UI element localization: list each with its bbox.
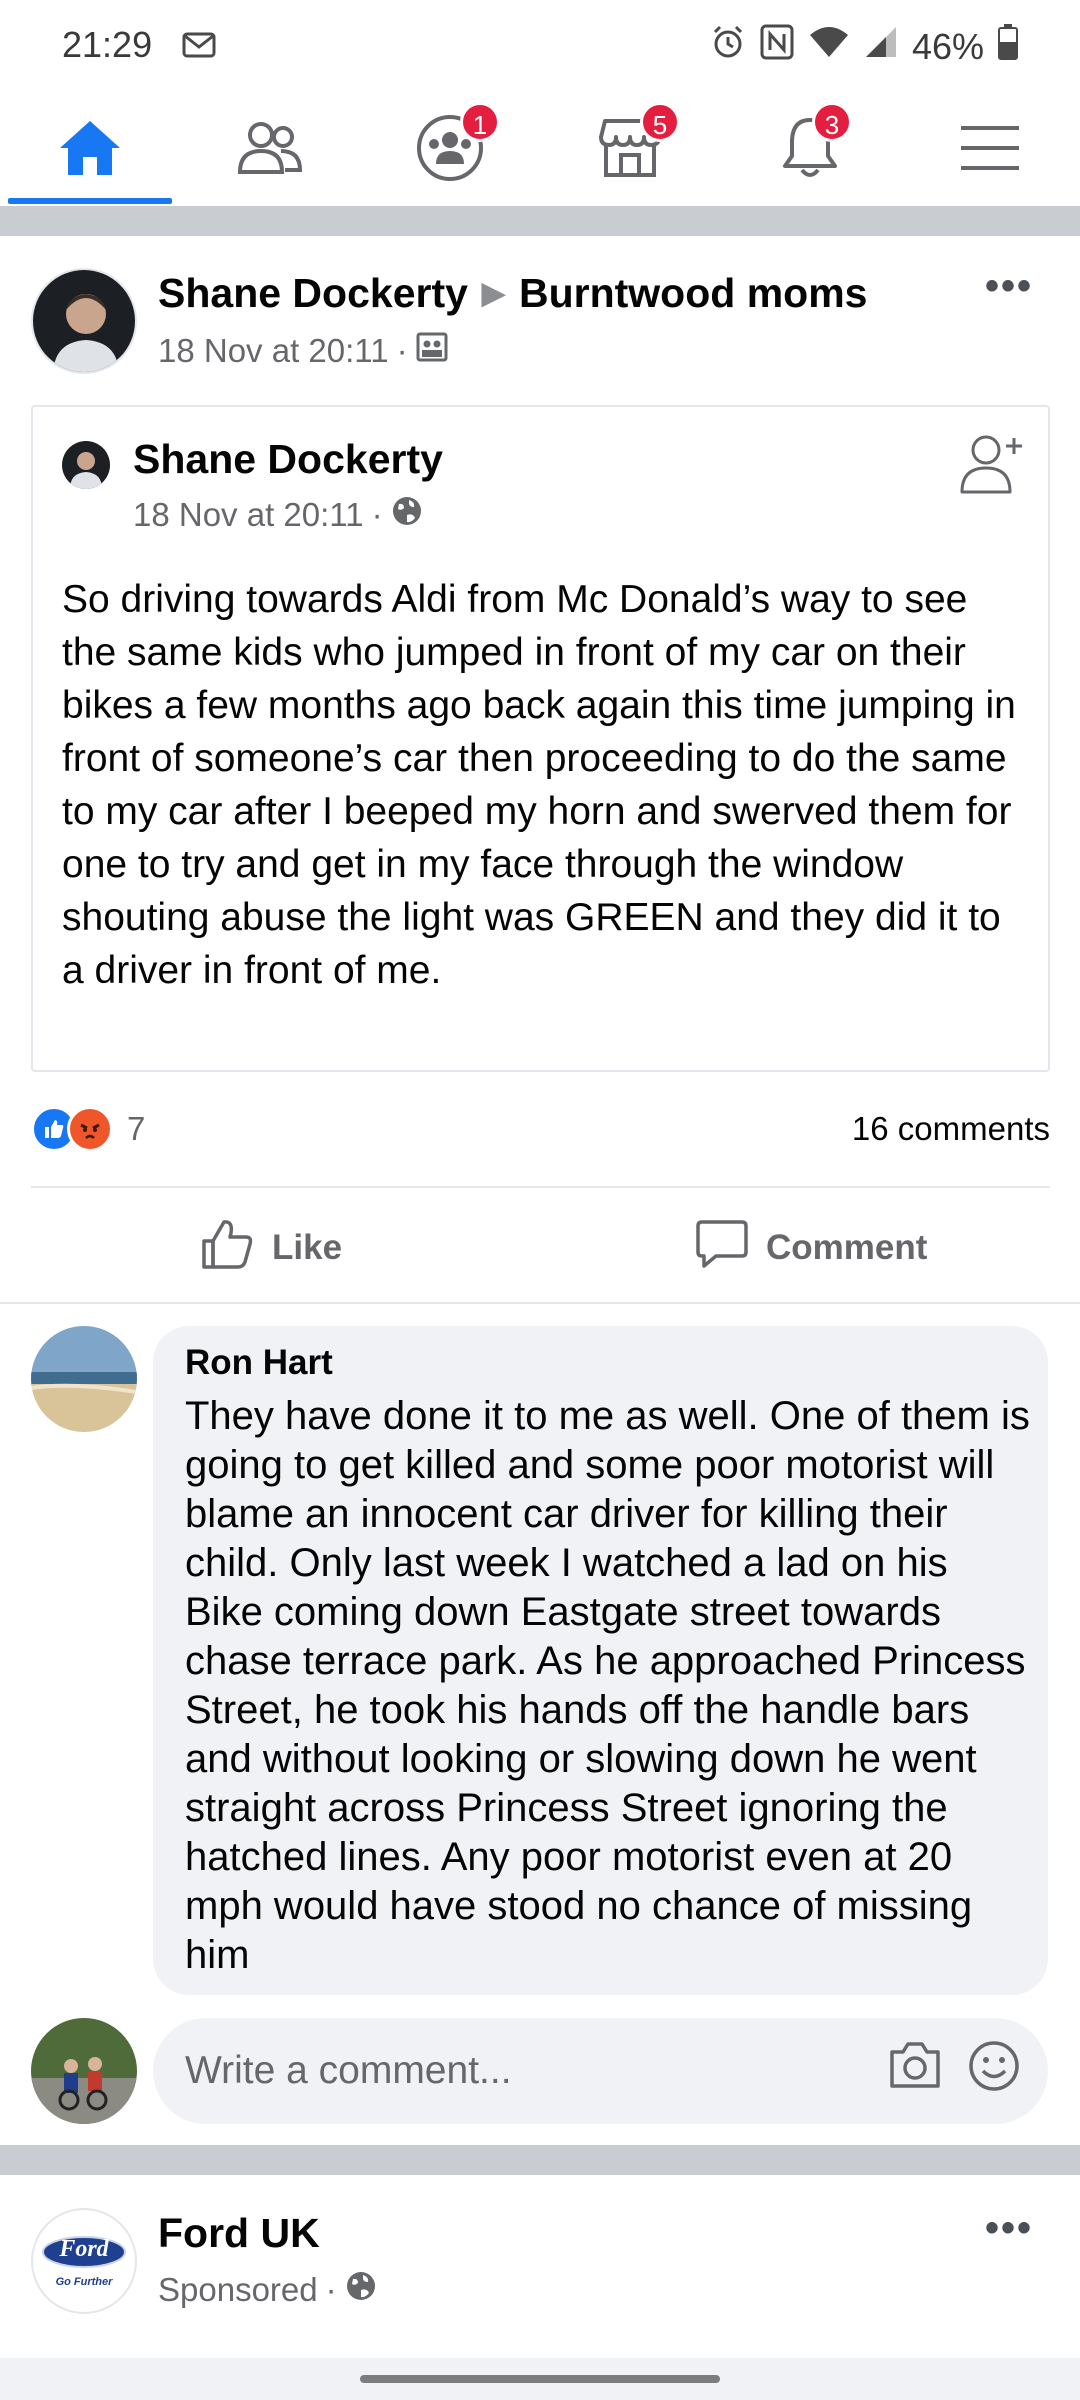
reaction-count: 7: [127, 1110, 146, 1147]
nav-marketplace[interactable]: 5: [540, 92, 720, 204]
home-icon: [57, 118, 123, 178]
signal-icon: [864, 25, 898, 68]
comment-input-actions: [888, 2040, 1020, 2097]
commenter-avatar[interactable]: [31, 1326, 137, 1432]
gesture-home-indicator[interactable]: [360, 2375, 720, 2383]
shared-author-name[interactable]: Shane Dockerty: [133, 436, 443, 483]
marketplace-badge: 5: [640, 102, 680, 142]
shared-post-meta: 18 Nov at 20:11 ·: [133, 495, 423, 535]
reactions-summary[interactable]: 7: [31, 1106, 145, 1152]
nav-notifications[interactable]: 3: [720, 92, 900, 204]
meta-separator: ·: [371, 496, 383, 533]
comment-bubble-icon: [696, 1218, 748, 1279]
write-comment-placeholder: Write a comment...: [185, 2049, 512, 2092]
comment-author-name[interactable]: Ron Hart: [185, 1343, 333, 1383]
emoji-icon[interactable]: [968, 2040, 1020, 2097]
ford-logo-tagline: Go Further: [55, 2276, 113, 2288]
post-time[interactable]: 18 Nov at 20:11: [158, 332, 389, 370]
nav-friends[interactable]: [180, 92, 360, 204]
alarm-icon: [710, 24, 746, 69]
post-group-name[interactable]: Burntwood moms: [519, 270, 867, 316]
meta-separator: ·: [325, 2271, 337, 2308]
post-header-title: Shane Dockerty ▶ Burntwood moms: [158, 270, 867, 317]
meta-separator: ·: [396, 332, 408, 369]
friends-icon: [237, 120, 303, 176]
wifi-icon: [808, 25, 850, 68]
gmail-icon: [182, 32, 216, 63]
shared-post-time[interactable]: 18 Nov at 20:11: [133, 496, 364, 534]
active-tab-indicator: [8, 198, 172, 204]
sponsored-label[interactable]: Sponsored: [158, 2271, 318, 2309]
post-author-name[interactable]: Shane Dockerty: [158, 270, 468, 316]
comments-count[interactable]: 16 comments: [852, 1110, 1050, 1148]
groups-badge: 1: [460, 102, 500, 142]
notifications-badge: 3: [812, 102, 852, 142]
group-privacy-icon: [416, 332, 448, 370]
ford-logo-avatar[interactable]: Ford Go Further: [31, 2208, 137, 2314]
like-button[interactable]: Like: [200, 1218, 342, 1278]
add-friend-icon[interactable]: [958, 432, 1024, 499]
current-user-avatar[interactable]: [31, 2018, 137, 2124]
ford-logo-text: Ford: [59, 2236, 109, 2262]
post-more-options-icon[interactable]: •••: [985, 264, 1033, 309]
battery-percent: 46%: [911, 25, 984, 67]
sponsored-more-options-icon[interactable]: •••: [985, 2206, 1033, 2251]
comment-label: Comment: [766, 1228, 928, 1267]
actions-divider: [0, 1302, 1080, 1304]
globe-icon: [391, 495, 423, 535]
shared-to-arrow-icon: ▶: [481, 277, 505, 310]
hamburger-menu-icon: [961, 124, 1019, 172]
reactions-divider: [31, 1186, 1050, 1188]
globe-icon: [345, 2270, 377, 2310]
shared-post-text: So driving towards Aldi from Mc Donald’s…: [62, 578, 1016, 992]
status-time: 21:29: [62, 24, 153, 65]
status-bar: 21:29 46%: [0, 0, 1080, 92]
battery-icon: [998, 24, 1018, 69]
nav-groups[interactable]: 1: [360, 92, 540, 204]
thumbs-up-icon: [200, 1217, 254, 1280]
camera-icon[interactable]: [888, 2040, 942, 2097]
angry-reaction-icon: [67, 1106, 113, 1152]
top-navigation: 1 5 3: [0, 92, 1080, 204]
nav-home[interactable]: [0, 92, 180, 204]
like-label: Like: [272, 1228, 343, 1267]
sponsored-meta: Sponsored ·: [158, 2270, 377, 2310]
post-meta: 18 Nov at 20:11 ·: [158, 332, 448, 370]
post-author-avatar[interactable]: [31, 268, 137, 374]
comment-button[interactable]: Comment: [696, 1218, 927, 1278]
shared-author-avatar[interactable]: [62, 441, 110, 489]
comment-text: They have done it to me as well. One of …: [185, 1394, 1030, 1977]
nav-menu[interactable]: [900, 92, 1080, 204]
sponsor-name[interactable]: Ford UK: [158, 2210, 320, 2257]
nfc-icon: [760, 24, 794, 69]
feed-divider: [0, 2145, 1080, 2175]
feed-divider: [0, 206, 1080, 236]
